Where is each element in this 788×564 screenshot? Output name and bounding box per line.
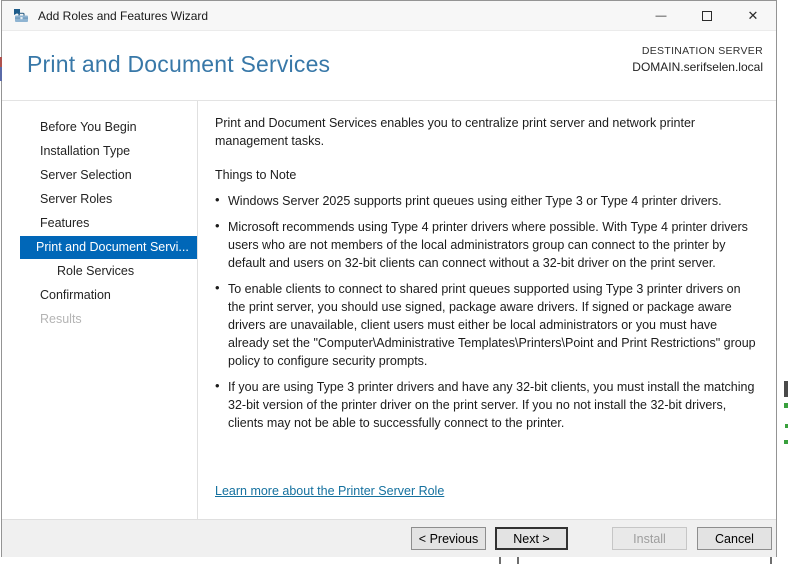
sidebar-item-features[interactable]: Features	[2, 211, 197, 235]
background-artifact	[784, 440, 788, 444]
wizard-header: Print and Document Services DESTINATION …	[2, 31, 776, 101]
note-item: Microsoft recommends using Type 4 printe…	[215, 218, 760, 272]
wizard-toolbox-icon	[12, 8, 30, 24]
background-artifact	[0, 57, 2, 67]
sidebar-item-server-roles[interactable]: Server Roles	[2, 187, 197, 211]
background-artifact	[784, 403, 788, 408]
learn-more-link[interactable]: Learn more about the Printer Server Role	[215, 484, 444, 498]
sidebar-item-confirmation[interactable]: Confirmation	[2, 283, 197, 307]
page-title: Print and Document Services	[27, 51, 330, 78]
note-item: If you are using Type 3 printer drivers …	[215, 378, 760, 432]
background-artifact	[784, 381, 788, 397]
sidebar-item-installation-type[interactable]: Installation Type	[2, 139, 197, 163]
background-artifact	[499, 557, 501, 564]
background-artifact	[0, 67, 2, 81]
window-title: Add Roles and Features Wizard	[38, 9, 208, 23]
previous-button[interactable]: < Previous	[411, 527, 486, 550]
destination-server-value: DOMAIN.serifselen.local	[632, 60, 763, 74]
things-to-note-heading: Things to Note	[215, 168, 760, 182]
sidebar-item-print-and-document-services[interactable]: Print and Document Servi...	[20, 236, 197, 259]
wizard-steps-sidebar: Before You Begin Installation Type Serve…	[2, 101, 198, 519]
title-bar: Add Roles and Features Wizard — ✕	[2, 1, 776, 31]
notes-list: Windows Server 2025 supports print queue…	[215, 192, 760, 432]
window-controls: — ✕	[638, 1, 776, 30]
wizard-body: Before You Begin Installation Type Serve…	[2, 101, 776, 519]
wizard-window: Add Roles and Features Wizard — ✕ Print …	[1, 0, 777, 557]
close-button[interactable]: ✕	[730, 1, 776, 30]
maximize-button[interactable]	[684, 1, 730, 30]
destination-server-label: DESTINATION SERVER	[632, 45, 763, 57]
next-button[interactable]: Next >	[495, 527, 568, 550]
intro-paragraph: Print and Document Services enables you …	[215, 114, 760, 150]
minimize-icon: —	[656, 10, 667, 22]
wizard-content: Print and Document Services enables you …	[198, 101, 776, 519]
background-artifact	[770, 557, 772, 564]
sidebar-item-server-selection[interactable]: Server Selection	[2, 163, 197, 187]
destination-server-block: DESTINATION SERVER DOMAIN.serifselen.loc…	[632, 45, 763, 74]
note-item: Windows Server 2025 supports print queue…	[215, 192, 760, 210]
background-artifact	[517, 557, 519, 564]
note-item: To enable clients to connect to shared p…	[215, 280, 760, 370]
wizard-footer: < Previous Next > Install Cancel	[2, 519, 776, 557]
cancel-button[interactable]: Cancel	[697, 527, 772, 550]
sidebar-item-results: Results	[2, 307, 197, 331]
maximize-icon	[702, 11, 712, 21]
sidebar-item-before-you-begin[interactable]: Before You Begin	[2, 115, 197, 139]
minimize-button[interactable]: —	[638, 1, 684, 30]
sidebar-item-role-services[interactable]: Role Services	[2, 259, 197, 283]
install-button: Install	[612, 527, 687, 550]
close-icon: ✕	[748, 8, 759, 24]
